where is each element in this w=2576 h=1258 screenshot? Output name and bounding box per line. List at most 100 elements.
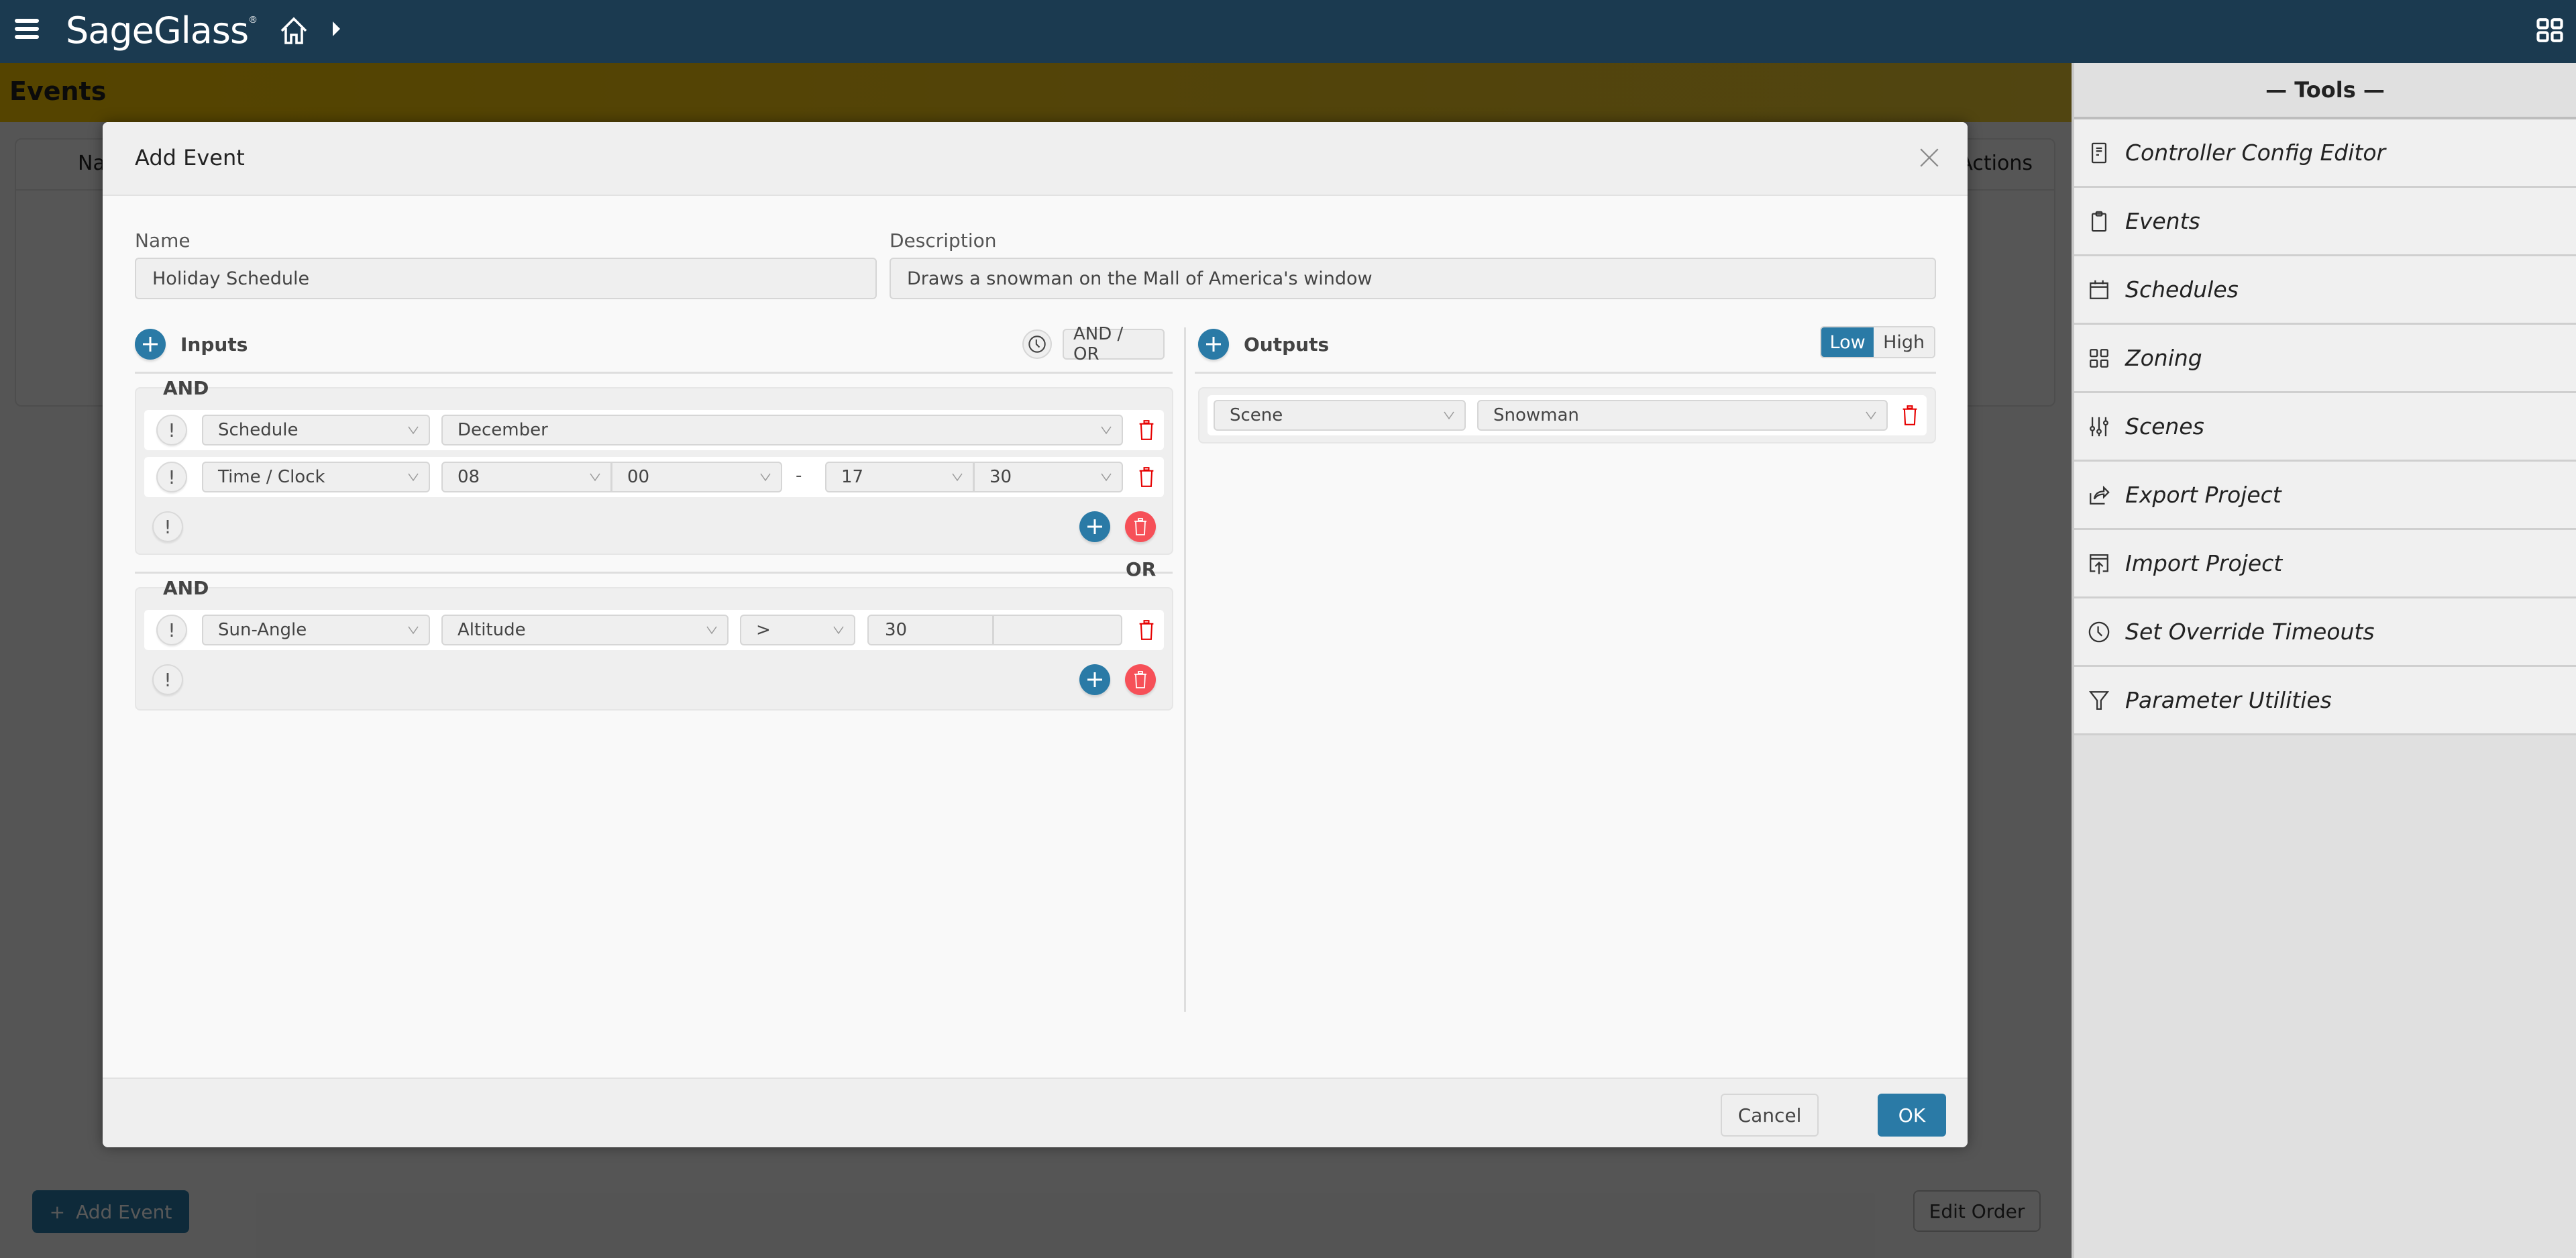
name-input[interactable] (135, 258, 877, 299)
time-range-separator: - (796, 466, 802, 486)
group-negate-toggle[interactable]: ! (152, 664, 183, 695)
menu-icon[interactable] (15, 19, 39, 39)
tools-sidebar: — Tools — Controller Config Editor Event… (2072, 63, 2576, 1258)
ok-button[interactable]: OK (1878, 1094, 1946, 1137)
chevron-down-icon (590, 473, 600, 482)
select-value: Altitude (458, 620, 526, 640)
tool-set-override-timeouts[interactable]: Set Override Timeouts (2074, 598, 2576, 667)
delete-row-trash-icon[interactable] (1138, 467, 1155, 487)
tool-scenes[interactable]: Scenes (2074, 393, 2576, 462)
delete-row-trash-icon[interactable] (1138, 420, 1155, 440)
or-separator-label: OR (1126, 558, 1157, 580)
negate-toggle[interactable]: ! (156, 615, 187, 645)
select-value: Snowman (1493, 405, 1579, 425)
add-event-modal: Add Event Name Description Inputs AND / … (103, 122, 1968, 1147)
description-label: Description (890, 229, 997, 252)
chevron-down-icon (760, 473, 771, 482)
close-icon[interactable] (1918, 146, 1941, 169)
comparator-select[interactable]: > (740, 615, 855, 645)
tool-zoning[interactable]: Zoning (2074, 325, 2576, 393)
delete-output-trash-icon[interactable] (1902, 405, 1918, 425)
tool-label: Export Project (2125, 482, 2282, 508)
end-minute-select[interactable]: 30 (974, 462, 1123, 492)
tool-import-project[interactable]: Import Project (2074, 530, 2576, 598)
calendar-icon (2090, 280, 2108, 299)
low-high-toggle: Low High (1820, 326, 1935, 358)
select-value: Schedule (218, 420, 299, 440)
chevron-down-icon (408, 473, 419, 482)
export-icon (2090, 485, 2110, 505)
and-or-button[interactable]: AND / OR (1063, 324, 1165, 364)
or-divider (135, 572, 1173, 574)
delete-row-trash-icon[interactable] (1138, 620, 1155, 640)
description-input[interactable] (890, 258, 1936, 299)
low-option[interactable]: Low (1821, 327, 1874, 357)
tool-label: Events (2125, 208, 2200, 234)
top-bar: SageGlass® (0, 0, 2576, 63)
select-value: 08 (458, 467, 480, 487)
tool-parameter-utilities[interactable]: Parameter Utilities (2074, 667, 2576, 735)
clipboard-icon (2091, 211, 2107, 231)
modal-footer: Cancel OK (103, 1078, 1968, 1147)
select-value: 00 (627, 467, 650, 487)
tool-label: Set Override Timeouts (2125, 619, 2375, 645)
clock-icon (1028, 335, 1046, 353)
group-negate-toggle[interactable]: ! (152, 511, 183, 542)
name-label: Name (135, 229, 191, 252)
chevron-down-icon (1101, 426, 1112, 435)
angle-value-input[interactable] (867, 615, 994, 645)
tool-label: Controller Config Editor (2125, 140, 2386, 166)
cancel-button[interactable]: Cancel (1721, 1094, 1819, 1137)
select-value: Time / Clock (218, 467, 325, 487)
import-icon (2090, 554, 2108, 574)
select-value: 30 (989, 467, 1012, 487)
apps-grid-icon[interactable] (2536, 16, 2564, 44)
group-operator-label: AND (163, 377, 209, 399)
tool-controller-config-editor[interactable]: Controller Config Editor (2074, 119, 2576, 188)
tool-schedules[interactable]: Schedules (2074, 256, 2576, 325)
tool-export-project[interactable]: Export Project (2074, 462, 2576, 530)
trash-icon (1134, 518, 1146, 535)
end-hour-select[interactable]: 17 (825, 462, 974, 492)
grid-icon (2090, 348, 2108, 368)
tools-header: — Tools — (2074, 63, 2576, 119)
output-type-select[interactable]: Scene (1214, 400, 1466, 431)
home-icon[interactable] (278, 15, 310, 47)
tool-label: Parameter Utilities (2125, 687, 2332, 713)
input-type-select[interactable]: Sun-Angle (202, 615, 430, 645)
select-value: December (458, 420, 548, 440)
delete-group-button[interactable] (1125, 664, 1156, 695)
inputs-divider (135, 372, 1173, 374)
delete-group-button[interactable] (1125, 511, 1156, 542)
clock-button[interactable] (1022, 329, 1052, 359)
add-condition-button[interactable] (1079, 664, 1110, 695)
negate-toggle[interactable]: ! (156, 415, 187, 445)
breadcrumb-arrow-icon[interactable] (333, 21, 340, 36)
document-icon (2091, 142, 2107, 163)
start-minute-select[interactable]: 00 (612, 462, 782, 492)
modal-title: Add Event (135, 145, 245, 170)
modal-header: Add Event (103, 122, 1968, 196)
tool-events[interactable]: Events (2074, 188, 2576, 256)
tool-label: Scenes (2125, 413, 2204, 439)
group-operator-label: AND (163, 577, 209, 599)
filter-icon (2088, 690, 2110, 710)
high-option[interactable]: High (1874, 327, 1934, 357)
add-input-button[interactable] (135, 329, 166, 360)
scene-select[interactable]: Snowman (1477, 400, 1888, 431)
angle-value2-input[interactable] (994, 615, 1122, 645)
input-type-select[interactable]: Time / Clock (202, 462, 430, 492)
schedule-select[interactable]: December (441, 415, 1123, 445)
add-condition-button[interactable] (1079, 511, 1110, 542)
negate-toggle[interactable]: ! (156, 462, 187, 492)
start-hour-select[interactable]: 08 (441, 462, 612, 492)
chevron-down-icon (408, 626, 419, 635)
sliders-icon (2090, 417, 2108, 436)
brand-logo: SageGlass® (66, 9, 258, 52)
input-type-select[interactable]: Schedule (202, 415, 430, 445)
add-output-button[interactable] (1198, 329, 1229, 360)
sun-attribute-select[interactable]: Altitude (441, 615, 729, 645)
tool-label: Import Project (2125, 550, 2283, 576)
brand-name: SageGlass (66, 9, 249, 52)
chevron-down-icon (952, 473, 963, 482)
